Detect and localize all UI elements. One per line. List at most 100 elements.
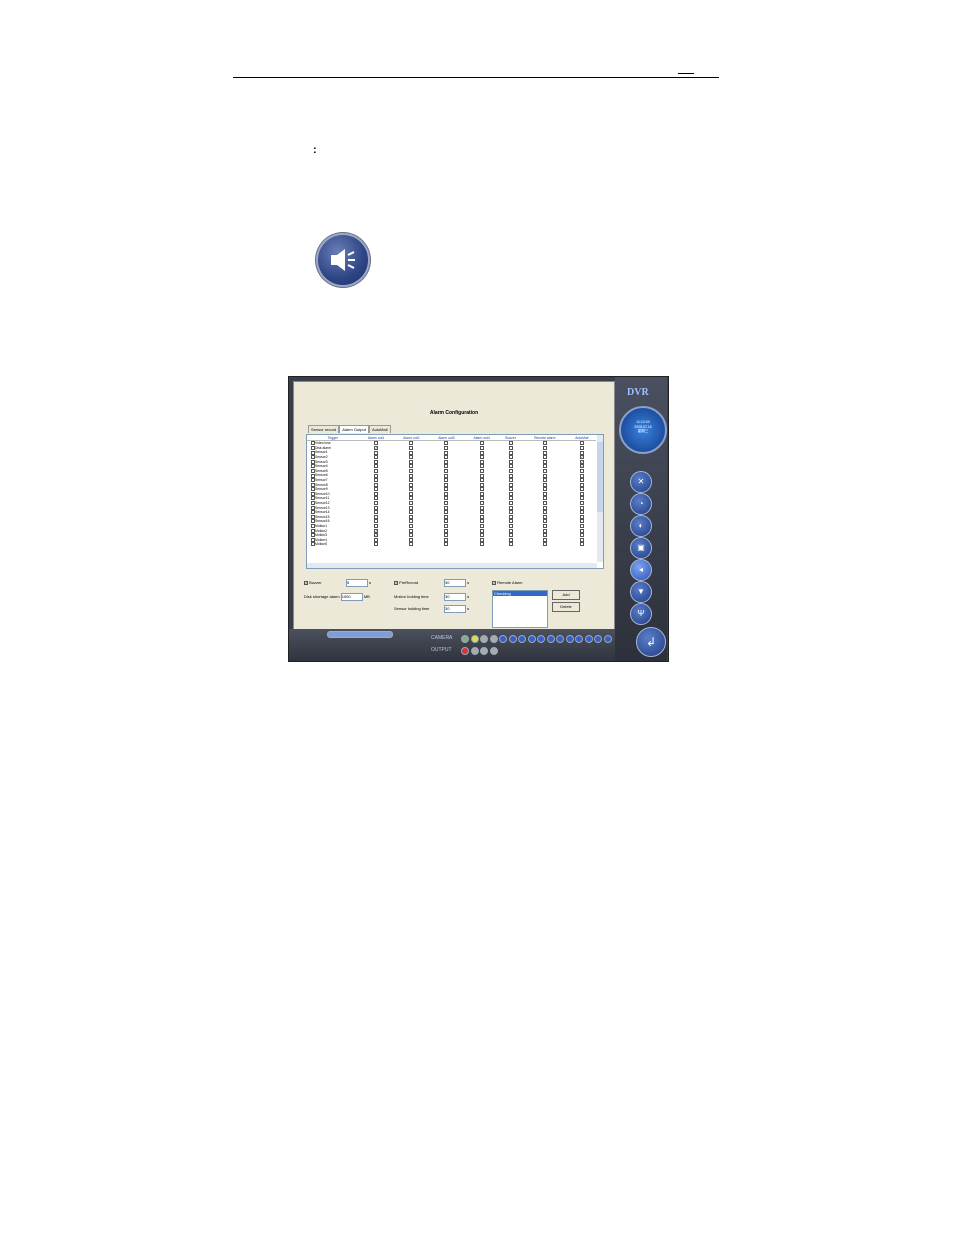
output-checkbox[interactable] <box>409 450 414 455</box>
output-checkbox[interactable] <box>374 441 379 446</box>
output-checkbox[interactable] <box>374 478 379 483</box>
clock-icon[interactable]: ◔ <box>630 493 652 515</box>
output-checkbox[interactable] <box>374 487 379 492</box>
output-checkbox[interactable] <box>579 445 584 450</box>
output-checkbox[interactable] <box>579 537 584 542</box>
tab-sensor-record[interactable]: Sensor record <box>308 425 340 433</box>
output-checkbox[interactable] <box>479 510 484 515</box>
output-checkbox[interactable] <box>374 464 379 469</box>
output-checkbox[interactable] <box>579 491 584 496</box>
output-checkbox[interactable] <box>542 528 547 533</box>
output-checkbox[interactable] <box>479 468 484 473</box>
output-checkbox[interactable] <box>508 528 513 533</box>
add-button[interactable]: Add <box>552 590 580 600</box>
output-checkbox[interactable]: ✓ <box>374 445 379 450</box>
contrast-icon[interactable]: ◐ <box>630 515 652 537</box>
output-checkbox[interactable] <box>542 478 547 483</box>
output-checkbox[interactable] <box>508 501 513 506</box>
output-checkbox[interactable] <box>409 487 414 492</box>
output-checkbox[interactable] <box>444 501 449 506</box>
output-checkbox[interactable] <box>409 459 414 464</box>
output-checkbox[interactable] <box>409 464 414 469</box>
output-checkbox[interactable] <box>579 487 584 492</box>
output-checkbox[interactable] <box>479 478 484 483</box>
network-icon[interactable]: ▼ <box>630 581 652 603</box>
output-checkbox[interactable] <box>542 482 547 487</box>
display-icon[interactable]: ▣ <box>630 537 652 559</box>
output-checkbox[interactable] <box>479 537 484 542</box>
output-checkbox[interactable] <box>579 450 584 455</box>
tab-alarm-output[interactable]: Alarm Output <box>339 425 369 433</box>
output-checkbox[interactable] <box>409 482 414 487</box>
output-checkbox[interactable] <box>409 501 414 506</box>
output-checkbox[interactable] <box>409 519 414 524</box>
output-checkbox[interactable] <box>542 533 547 538</box>
output-checkbox[interactable] <box>409 542 414 547</box>
output-checkbox[interactable] <box>579 542 584 547</box>
tab-automail[interactable]: AutoMail <box>368 425 391 433</box>
buzzer-select[interactable]: 5 <box>346 579 368 587</box>
output-checkbox[interactable] <box>542 537 547 542</box>
output-checkbox[interactable] <box>374 459 379 464</box>
output-checkbox[interactable]: ✓ <box>374 533 379 538</box>
output-checkbox[interactable] <box>479 524 484 529</box>
output-checkbox[interactable] <box>579 510 584 515</box>
remote-alarm-list[interactable]: Checking <box>492 590 548 628</box>
output-checkbox[interactable] <box>444 464 449 469</box>
output-checkbox[interactable] <box>508 491 513 496</box>
output-checkbox[interactable] <box>444 473 449 478</box>
output-checkbox[interactable] <box>409 505 414 510</box>
output-checkbox[interactable] <box>508 533 513 538</box>
output-checkbox[interactable] <box>508 478 513 483</box>
output-checkbox[interactable] <box>508 524 513 529</box>
output-checkbox[interactable] <box>508 464 513 469</box>
output-checkbox[interactable] <box>579 441 584 446</box>
output-checkbox[interactable] <box>479 519 484 524</box>
output-checkbox[interactable] <box>444 519 449 524</box>
output-checkbox[interactable] <box>542 455 547 460</box>
output-checkbox[interactable] <box>479 496 484 501</box>
output-checkbox[interactable] <box>444 441 449 446</box>
output-checkbox[interactable] <box>479 505 484 510</box>
output-checkbox[interactable] <box>579 468 584 473</box>
output-checkbox[interactable] <box>479 459 484 464</box>
output-checkbox[interactable] <box>508 455 513 460</box>
output-checkbox[interactable] <box>542 524 547 529</box>
output-checkbox[interactable] <box>542 514 547 519</box>
tools-icon[interactable]: ✕ <box>630 471 652 493</box>
output-checkbox[interactable] <box>374 524 379 529</box>
output-checkbox[interactable] <box>374 468 379 473</box>
output-checkbox[interactable] <box>444 524 449 529</box>
output-checkbox[interactable] <box>444 491 449 496</box>
output-checkbox[interactable] <box>508 473 513 478</box>
output-checkbox[interactable] <box>409 455 414 460</box>
output-checkbox[interactable] <box>409 473 414 478</box>
output-checkbox[interactable] <box>542 510 547 515</box>
output-checkbox[interactable] <box>374 491 379 496</box>
output-checkbox[interactable] <box>479 455 484 460</box>
output-checkbox[interactable] <box>508 514 513 519</box>
sensor-holding-select[interactable]: 30 <box>444 605 466 613</box>
output-checkbox[interactable] <box>374 501 379 506</box>
output-checkbox[interactable] <box>444 496 449 501</box>
output-checkbox[interactable] <box>542 450 547 455</box>
output-checkbox[interactable] <box>479 441 484 446</box>
output-checkbox[interactable] <box>374 455 379 460</box>
output-checkbox[interactable] <box>444 450 449 455</box>
output-checkbox[interactable] <box>374 473 379 478</box>
output-checkbox[interactable] <box>579 482 584 487</box>
output-checkbox[interactable] <box>542 464 547 469</box>
output-checkbox[interactable] <box>409 496 414 501</box>
output-checkbox[interactable] <box>542 491 547 496</box>
output-checkbox[interactable]: ✓ <box>579 459 584 464</box>
output-checkbox[interactable] <box>444 505 449 510</box>
output-checkbox[interactable] <box>409 537 414 542</box>
prerecord-checkbox[interactable]: ✓ <box>394 580 398 585</box>
output-checkbox[interactable] <box>508 450 513 455</box>
disk-select[interactable]: 1000 <box>340 593 363 601</box>
output-checkbox[interactable] <box>479 528 484 533</box>
output-checkbox[interactable] <box>542 542 547 547</box>
output-checkbox[interactable] <box>508 468 513 473</box>
output-checkbox[interactable] <box>409 468 414 473</box>
output-checkbox[interactable] <box>444 510 449 515</box>
